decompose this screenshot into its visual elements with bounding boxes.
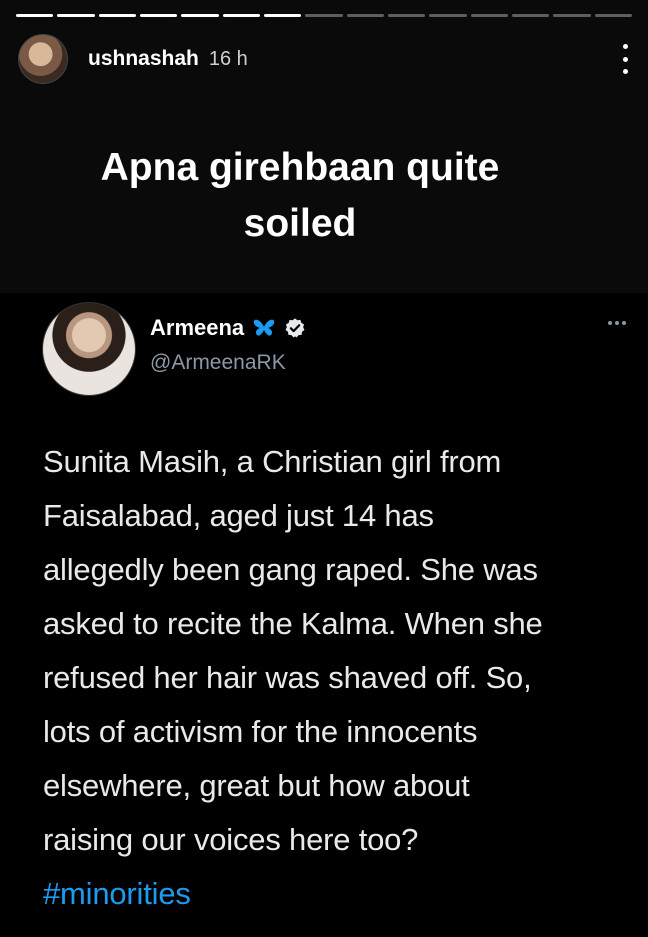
progress-segment (181, 14, 219, 17)
tweet-display-name: Armeena (150, 315, 245, 340)
progress-segment (139, 14, 178, 17)
story-timestamp: 16 h (208, 47, 248, 70)
story-header: ushnashah 16 h (18, 34, 630, 84)
caption-line: soiled (243, 202, 357, 245)
tweet-text-line: lots of activism for the innocents (43, 714, 478, 749)
story-avatar[interactable] (18, 34, 68, 84)
tweet-text-line: Faisalabad, aged just 14 has (43, 498, 434, 533)
tweet-text-line: raising our voices here too? (43, 822, 419, 857)
tweet-avatar (42, 302, 136, 396)
story-username[interactable]: ushnashah (88, 47, 199, 71)
tweet-screenshot: Armeena @ArmeenaRK Sunita Masih, a Chris… (0, 293, 648, 937)
progress-segment (553, 14, 591, 17)
tweet-hashtag: #minorities (43, 876, 191, 911)
progress-segment (57, 14, 95, 17)
progress-segment (594, 14, 632, 17)
progress-segment (511, 14, 550, 17)
progress-segment (387, 14, 426, 17)
progress-segment (346, 14, 384, 17)
blue-butterfly-icon (253, 319, 275, 336)
progress-segment (263, 14, 302, 17)
progress-segment (470, 14, 508, 17)
story-caption: Apna girehbaan quite soiled (40, 140, 560, 252)
caption-line: Apna girehbaan quite (100, 146, 500, 189)
story-progress-bar (16, 14, 632, 17)
progress-segment (222, 14, 260, 17)
tweet-text-line: Sunita Masih, a Christian girl from (43, 444, 502, 479)
tweet-text-line: elsewhere, great but how about (43, 768, 470, 803)
vertical-ellipsis-icon[interactable] (620, 44, 630, 74)
verified-badge-icon (285, 318, 305, 338)
progress-segment (16, 14, 54, 17)
tweet-text: Sunita Masih, a Christian girl from Fais… (43, 435, 633, 921)
progress-segment (429, 14, 467, 17)
tweet-text-line: allegedly been gang raped. She was (43, 552, 538, 587)
progress-segment (305, 14, 343, 17)
tweet-handle: @ArmeenaRK (150, 351, 286, 374)
tweet-text-line: asked to recite the Kalma. When she (43, 606, 543, 641)
progress-segment (98, 14, 136, 17)
horizontal-ellipsis-icon (608, 321, 626, 325)
tweet-text-line: refused her hair was shaved off. So, (43, 660, 532, 695)
tweet-author-row: Armeena (150, 315, 306, 341)
